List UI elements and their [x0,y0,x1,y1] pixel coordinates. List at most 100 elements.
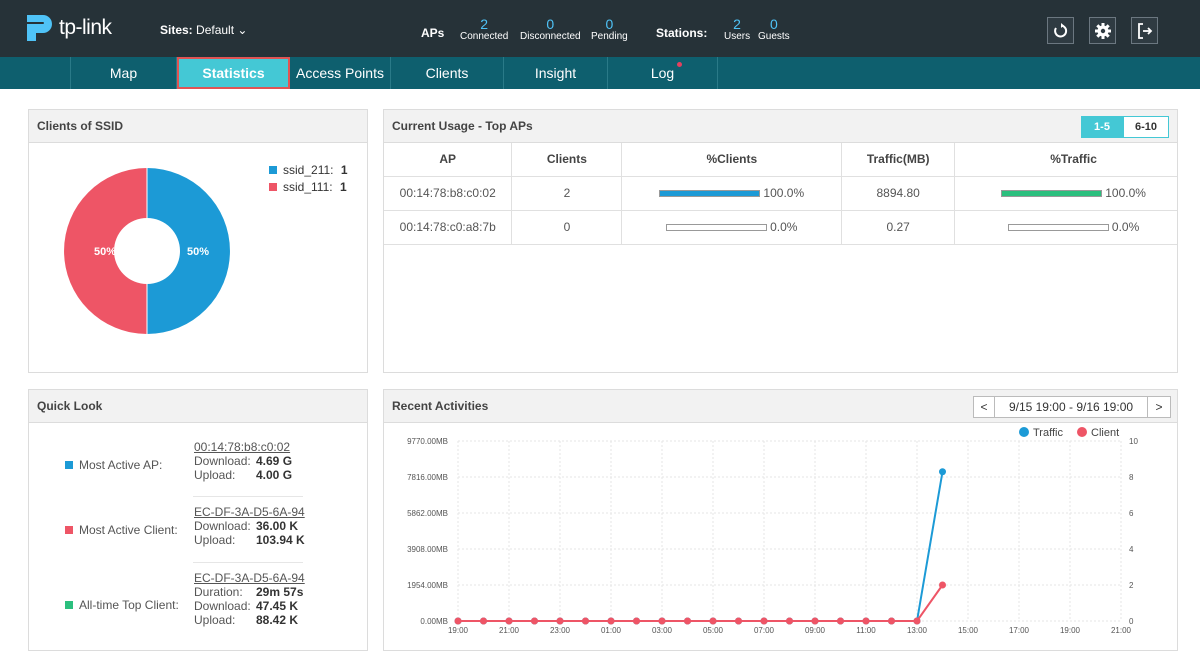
table-header-row: AP Clients %Clients Traffic(MB) %Traffic [384,143,1177,177]
pager-1-5[interactable]: 1-5 [1081,116,1123,138]
stations-users-count: 2 [733,16,741,32]
main-nav: Map Statistics Access Points Clients Ins… [0,57,1200,89]
pct-clients-bar [659,189,761,197]
aps-disconnected[interactable]: 0 Disconnected [520,17,581,43]
tab-statistics[interactable]: Statistics [177,57,290,89]
cell-pct-traffic: 100.0% [954,176,1177,211]
x-tick-label: 15:00 [958,626,979,635]
donut-label-211: 50% [187,246,209,258]
x-tick-label: 09:00 [805,626,826,635]
stations-users[interactable]: 2 Users [724,17,750,43]
x-tick-label: 11:00 [856,626,876,635]
data-point-client [760,617,768,625]
data-point-client [811,617,819,625]
tab-statistics-label: Statistics [202,65,265,81]
pct-traffic-bar [1001,189,1103,197]
pct-traffic-value: 100.0% [1105,186,1146,201]
tp-link-logo[interactable]: tp-link [21,13,112,43]
next-range-button[interactable]: > [1147,396,1171,418]
date-range-value[interactable]: 9/15 19:00 - 9/16 19:00 [995,396,1147,418]
divider [193,496,303,497]
data-point-client [939,581,946,589]
kv-key: Duration: [194,585,243,599]
quick-look-label: Most Active Client: [79,523,178,537]
y-right-tick-label: 6 [1129,509,1134,518]
stations-guests-label: Guests [758,31,790,42]
kv-key: Download: [194,454,251,468]
aps-disconnected-label: Disconnected [520,31,581,42]
settings-button[interactable] [1089,17,1116,44]
pct-clients-value: 100.0% [763,186,805,201]
pager-6-10[interactable]: 6-10 [1123,116,1169,138]
col-ap[interactable]: AP [384,143,513,177]
logout-button[interactable] [1131,17,1158,44]
legend-item-ssid-111[interactable]: ssid_111: 1 [269,178,348,195]
col-clients[interactable]: Clients [511,143,623,177]
series-line-traffic [458,471,944,622]
sites-label: Sites: [160,23,193,37]
quick-look-ap-details: 00:14:78:b8:c0:02 Download: 4.69 G Upload… [194,440,292,482]
date-range-control: < 9/15 19:00 - 9/16 19:00 > [973,396,1171,418]
legend-label-traffic: Traffic [1033,427,1063,439]
recent-activities-chart[interactable]: 0.00MB 0 1954.00MB 2 3908.00MB 4 5862.00MB 6 781… [384,424,1177,650]
legend-label-client: Client [1091,427,1119,439]
y-right-tick-label: 2 [1129,581,1134,590]
ssid-donut-chart[interactable]: 50% 50% [64,167,230,335]
divider [193,562,303,563]
site-selector[interactable]: Sites: Default ⌄ [160,23,247,37]
tab-map[interactable]: Map [70,57,177,89]
aps-connected-label: Connected [460,31,509,42]
aps-pending-label: Pending [591,31,628,42]
kv-value: 36.00 K [256,519,299,533]
aps-pending[interactable]: 0 Pending [591,17,628,43]
y-right-tick-label: 4 [1129,545,1134,554]
data-point-client [633,617,640,625]
cell-pct-clients: 100.0% [621,176,843,211]
aps-pending-count: 0 [605,16,614,32]
all-time-top-client-link[interactable]: EC-DF-3A-D5-6A-94 [194,571,305,585]
logo-text: tp-link [59,16,112,39]
legend-item-ssid-211[interactable]: ssid_211: 1 [269,161,348,178]
stations-guests[interactable]: 0 Guests [758,17,790,43]
col-traffic[interactable]: Traffic(MB) [841,143,956,177]
legend-swatch [65,526,73,534]
x-tick-label: 13:00 [907,626,928,635]
most-active-ap-link[interactable]: 00:14:78:b8:c0:02 [194,440,292,454]
legend-name: ssid_111: [283,179,333,194]
tab-log[interactable]: Log [608,57,718,89]
col-pct-clients[interactable]: %Clients [621,143,843,177]
table-row[interactable]: 00:14:78:c0:a8:7b 0 0.0% 0.27 0.0% [384,210,1177,245]
table-row[interactable]: 00:14:78:b8:c0:02 2 100.0% 8894.80 100.0… [384,176,1177,211]
top-header: tp-link Sites: Default ⌄ APs 2 Connected… [0,0,1200,57]
data-point-client [454,617,462,625]
gear-icon [1094,22,1111,39]
kv-key: Upload: [194,613,236,627]
legend-swatch [269,182,277,191]
col-pct-traffic[interactable]: %Traffic [954,143,1177,177]
logout-icon [1137,22,1152,39]
y-left-tick-label: 0.00MB [420,617,448,626]
legend-swatch [65,601,73,609]
tab-insight[interactable]: Insight [504,57,608,89]
data-point-client [684,617,691,625]
cell-ap: 00:14:78:c0:a8:7b [384,210,513,245]
data-point-client [888,617,895,625]
kv-key: Upload: [194,533,236,547]
prev-range-button[interactable]: < [973,396,995,418]
quick-look-most-active-client: Most Active Client: [65,523,178,537]
refresh-button[interactable] [1047,17,1074,44]
quick-look-client-details: EC-DF-3A-D5-6A-94 Download: 36.00 K Uploa… [194,505,305,547]
aps-connected-count: 2 [480,16,489,32]
quick-look-top-client-details: EC-DF-3A-D5-6A-94 Duration: 29m 57s Downl… [194,571,305,627]
tab-insight-label: Insight [534,65,577,81]
pct-clients-value: 0.0% [770,220,798,235]
kv-key: Download: [194,519,251,533]
data-point-client [607,617,615,625]
tab-access-points[interactable]: Access Points [290,57,391,89]
aps-connected[interactable]: 2 Connected [460,17,508,43]
stations-guests-count: 0 [769,16,778,32]
tab-clients[interactable]: Clients [391,57,504,89]
most-active-client-link[interactable]: EC-DF-3A-D5-6A-94 [194,505,305,519]
legend-marker-traffic [1019,427,1029,437]
data-point-client [531,617,538,625]
